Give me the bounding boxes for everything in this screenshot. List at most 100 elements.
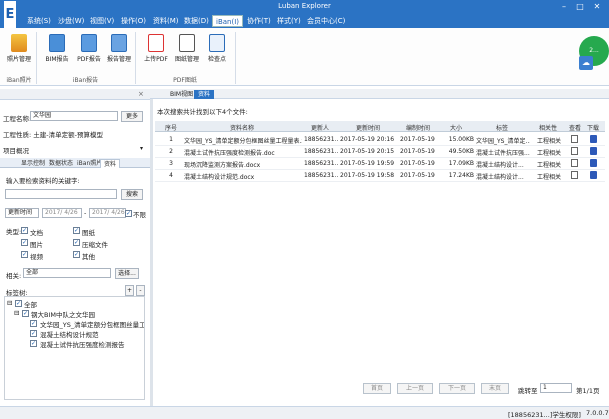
menu-data[interactable]: 数据(D) <box>181 15 212 27</box>
tree-file[interactable]: 混凝土结构设计规范 <box>40 329 99 339</box>
menu-collab[interactable]: 协作(T) <box>244 15 274 27</box>
col-name[interactable]: 资料名称 <box>182 123 302 132</box>
expand-button[interactable]: + <box>125 285 134 296</box>
tree-root[interactable]: 全部 <box>24 299 37 309</box>
row-updated: 2017-05-19 20:15 <box>340 148 395 155</box>
type-drawing-checkbox[interactable]: ✓ <box>73 227 80 234</box>
checkpoint-button[interactable]: 检查点 <box>202 34 232 63</box>
project-name-input[interactable]: 文华园 <box>30 111 118 121</box>
menu-system[interactable]: 系统(S) <box>24 15 54 27</box>
pdf-report-button[interactable]: PDF报告 <box>74 34 104 63</box>
menu-iban[interactable]: iBan(I) <box>212 15 243 27</box>
row-tag: 混凝土结构设计... <box>476 162 524 169</box>
tab-materials-list[interactable]: 资料 <box>194 90 215 99</box>
unlimited-label: 不限 <box>133 211 146 219</box>
date-from[interactable]: 2017/ 4/26 <box>42 208 82 218</box>
col-size[interactable]: 大小 <box>438 123 474 132</box>
menu-style[interactable]: 样式(Y) <box>274 15 304 27</box>
last-page-button[interactable]: 末页 <box>481 383 509 394</box>
col-user[interactable]: 更新人 <box>302 123 338 132</box>
tree-root-checkbox[interactable]: ✓ <box>15 300 22 307</box>
unlimited-checkbox[interactable]: ✓ <box>125 210 132 217</box>
page-select[interactable]: 1 <box>540 383 572 393</box>
type-other-checkbox[interactable]: ✓ <box>73 251 80 258</box>
view-icon[interactable] <box>571 147 578 155</box>
view-icon[interactable] <box>571 171 578 179</box>
prev-page-button[interactable]: 上一页 <box>397 383 433 394</box>
tab-bim-view[interactable]: BIM视图 <box>166 90 197 99</box>
type-video-checkbox[interactable]: ✓ <box>21 251 28 258</box>
first-page-button[interactable]: 首页 <box>363 383 391 394</box>
tree-file[interactable]: 混凝土试件抗压强度检测报告 <box>40 339 125 349</box>
related-input[interactable]: 全部 <box>23 268 111 278</box>
menu-view[interactable]: 视图(V) <box>87 15 117 27</box>
minimize-button[interactable]: – <box>557 1 571 12</box>
tab-status[interactable]: 数据状态 <box>46 159 76 168</box>
row-user: 18856231... <box>304 172 338 179</box>
close-button[interactable]: ✕ <box>590 1 604 12</box>
left-panel-header <box>0 89 150 100</box>
tree-toggle-icon[interactable]: ⊟ <box>7 299 12 307</box>
tab-materials[interactable]: 资料 <box>100 159 121 168</box>
col-rel[interactable]: 相关性 <box>530 123 566 132</box>
tab-display[interactable]: 显示控制 <box>18 159 48 168</box>
col-view[interactable]: 查看 <box>566 123 584 132</box>
tree-file-checkbox[interactable]: ✓ <box>30 340 37 347</box>
view-icon[interactable] <box>571 159 578 167</box>
tree-file-checkbox[interactable]: ✓ <box>30 330 37 337</box>
download-icon[interactable] <box>590 159 597 167</box>
menu-sandbox[interactable]: 沙盘(W) <box>55 15 87 27</box>
checkpoint-icon <box>209 34 225 52</box>
col-created[interactable]: 编制时间 <box>398 123 438 132</box>
search-button[interactable]: 搜索 <box>121 189 143 200</box>
type-doc-checkbox[interactable]: ✓ <box>21 227 28 234</box>
select-button[interactable]: 选择... <box>115 268 139 279</box>
col-no[interactable]: 序号 <box>160 123 182 132</box>
view-icon[interactable] <box>571 135 578 143</box>
download-icon[interactable] <box>590 147 597 155</box>
row-no: 2 <box>169 148 173 155</box>
menu-operation[interactable]: 操作(O) <box>118 15 149 27</box>
col-tag[interactable]: 标签 <box>474 123 530 132</box>
tree-node-checkbox[interactable]: ✓ <box>22 310 29 317</box>
tree-toggle-icon[interactable]: ⊟ <box>14 309 19 317</box>
tree-file-checkbox[interactable]: ✓ <box>30 320 37 327</box>
more-button[interactable]: 更多 <box>121 111 143 122</box>
row-name[interactable]: 混凝土结构设计规范.docx <box>184 172 302 181</box>
section-title: 项目概况 <box>3 147 29 155</box>
row-name[interactable]: 混凝土试件抗压强度检测报告.doc <box>184 148 302 157</box>
chevron-down-icon[interactable]: ▾ <box>140 145 143 152</box>
row-no: 3 <box>169 160 173 167</box>
app-logo-icon[interactable]: E <box>4 1 16 29</box>
upload-pdf-button[interactable]: 上传PDF <box>141 34 171 63</box>
tree-node[interactable]: 钢大BIM中队之文华园 <box>31 309 95 319</box>
tree-file[interactable]: 文华园_YS_清单定额分包框图丝量工程量表 <box>40 319 144 329</box>
bim-report-button[interactable]: BIM报告 <box>42 34 72 63</box>
col-download[interactable]: 下载 <box>584 123 602 132</box>
col-updated[interactable]: 更新时间 <box>338 123 398 132</box>
drawing-manage-button[interactable]: 图纸管理 <box>172 34 202 63</box>
type-image-label: 图片 <box>30 241 43 249</box>
close-icon[interactable]: × <box>138 90 144 98</box>
cloud-icon[interactable]: ☁ <box>579 56 593 70</box>
maximize-button[interactable]: □ <box>573 1 587 12</box>
photo-manage-button[interactable]: 照片管理 <box>4 34 34 63</box>
download-icon[interactable] <box>590 171 597 179</box>
next-page-button[interactable]: 下一页 <box>439 383 475 394</box>
menu-materials[interactable]: 资料(M) <box>150 15 182 27</box>
type-archive-checkbox[interactable]: ✓ <box>73 239 80 246</box>
bim-report-icon <box>49 34 65 52</box>
type-image-checkbox[interactable]: ✓ <box>21 239 28 246</box>
row-name[interactable]: 现场沉降监测方案报告.docx <box>184 160 302 169</box>
row-user: 18856231... <box>304 136 338 143</box>
splitter[interactable] <box>150 89 153 406</box>
time-select[interactable]: 更新时间 <box>5 208 39 218</box>
search-input[interactable] <box>5 189 117 199</box>
menu-member[interactable]: 会员中心(C) <box>304 15 348 27</box>
collapse-button[interactable]: - <box>136 285 145 296</box>
date-to[interactable]: 2017/ 4/26 <box>89 208 126 218</box>
report-manage-button[interactable]: 报告管理 <box>104 34 134 63</box>
download-icon[interactable] <box>590 135 597 143</box>
date-sep: - <box>84 209 87 217</box>
row-name[interactable]: 文华园_YS_清单定额分包框图丝量工程量表.xls <box>184 136 302 145</box>
